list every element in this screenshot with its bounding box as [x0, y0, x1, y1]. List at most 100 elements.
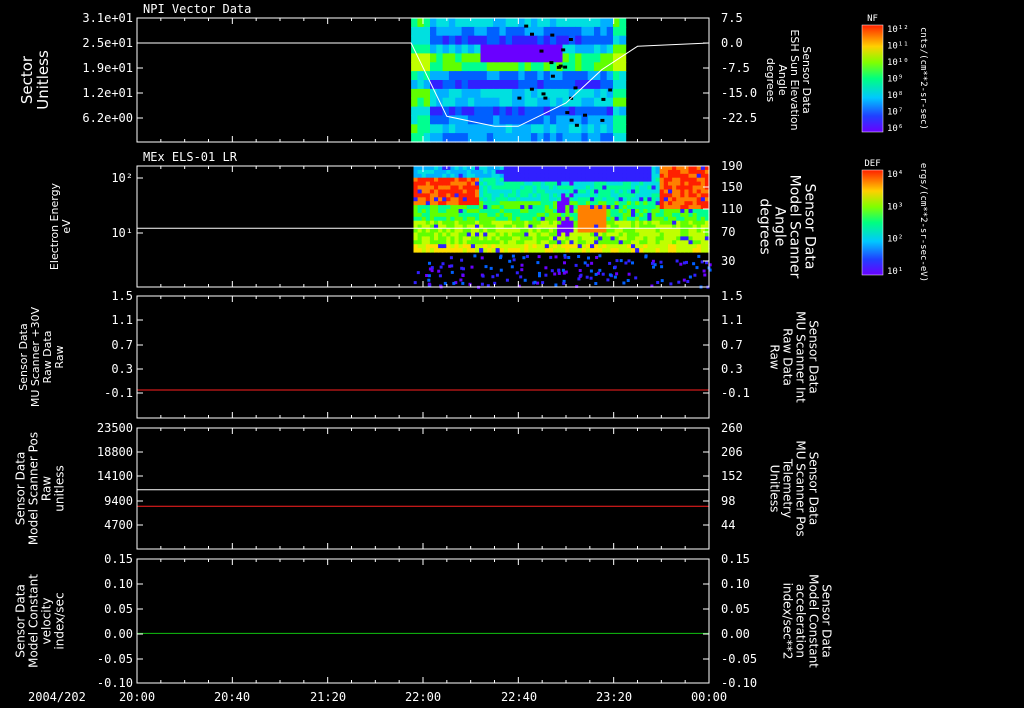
- spectrogram-cell: [643, 169, 648, 175]
- spectrogram-cell: [458, 197, 464, 202]
- spectrogram-cell: [622, 177, 628, 183]
- spectrogram-cell: [543, 18, 551, 28]
- spectrogram-cell: [622, 197, 628, 202]
- spectrogram-cell: [442, 201, 447, 206]
- spectrogram-cell: [458, 189, 464, 194]
- spectrogram-cell: [495, 201, 501, 206]
- y2-tick-label: 190: [721, 159, 743, 173]
- spectrogram-cell: [676, 248, 681, 253]
- spectrogram-cell: [528, 169, 534, 175]
- spectrogram-cell: [672, 201, 677, 206]
- x-tick-label: 23:20: [596, 690, 632, 704]
- spectrogram-cell: [557, 220, 562, 226]
- spectrogram-cell: [540, 236, 546, 241]
- spectrogram-cell: [461, 97, 469, 108]
- nf-colorbar: [861, 24, 884, 133]
- spectrogram-cell: [590, 205, 595, 210]
- spectrogram-cell: [507, 185, 513, 190]
- spectrogram-cell: [562, 35, 570, 46]
- spectrogram-cell: [565, 209, 570, 214]
- spectrogram-cell: [475, 205, 480, 210]
- spectrogram-cell: [631, 193, 636, 198]
- spectrogram-cell: [672, 166, 677, 171]
- spectrogram-cell: [483, 236, 488, 241]
- spectrogram-cell: [573, 220, 579, 226]
- spectrogram-cell: [659, 181, 665, 187]
- spectrogram-cell: [429, 197, 435, 202]
- spectrogram-cell: [499, 209, 505, 214]
- spectrogram-cell: [411, 106, 418, 117]
- spectrogram-cell: [446, 185, 451, 190]
- spectrogram-cell: [700, 166, 706, 171]
- spectrogram-cell: [503, 212, 509, 218]
- spectrogram-cell: [553, 228, 558, 233]
- spectrogram-speck: [510, 265, 514, 269]
- spectrogram-cell: [512, 228, 517, 233]
- spectrogram-cell: [495, 248, 501, 253]
- spectrogram-cell: [663, 197, 669, 202]
- spectrogram-cell: [446, 173, 451, 179]
- spectrogram-cell: [507, 181, 513, 187]
- spectrogram-cell: [470, 216, 476, 222]
- colorbar-tick: 10⁸: [887, 91, 903, 101]
- spectrogram-cell: [483, 189, 488, 194]
- spectrogram-cell: [573, 169, 579, 175]
- spectrogram-cell: [581, 177, 587, 183]
- spectrogram-cell: [668, 228, 673, 233]
- spectrogram-cell: [425, 212, 431, 218]
- spectrogram-cell: [598, 185, 603, 190]
- spectrogram-cell: [553, 166, 558, 171]
- spectrogram-cell: [487, 193, 492, 198]
- spectrogram-speck: [554, 255, 558, 259]
- spectrogram-cell: [505, 53, 513, 63]
- spectrogram-cell: [495, 209, 501, 214]
- spectrogram-cell: [602, 181, 607, 187]
- spectrogram-cell: [651, 240, 657, 245]
- x-tick-label: 22:40: [501, 690, 537, 704]
- spectrogram-cell: [565, 173, 570, 179]
- spectrogram-cell: [692, 228, 698, 233]
- spectrogram-cell: [505, 18, 513, 28]
- spectrogram-cell: [450, 197, 456, 202]
- spectrogram-cell: [606, 26, 614, 37]
- spectrogram-cell: [659, 212, 665, 218]
- spectrogram-speck: [428, 261, 431, 265]
- spectrogram-cell: [659, 177, 665, 183]
- spectrogram-cell: [458, 181, 464, 187]
- spectrogram-cell: [531, 124, 538, 134]
- spectrogram-speck: [613, 265, 617, 269]
- spectrogram-cell: [438, 212, 443, 218]
- spectrogram-cell: [651, 248, 657, 253]
- spectrogram-cell: [581, 240, 587, 245]
- spectrogram-cell: [590, 197, 595, 202]
- spectrogram-cell: [532, 216, 538, 222]
- spectrogram-cell: [663, 205, 669, 210]
- spectrogram-speck: [686, 280, 690, 283]
- spectrogram-cell: [491, 232, 497, 237]
- spectrogram-cell: [462, 220, 468, 226]
- spectrogram-cell: [676, 212, 681, 218]
- spectrogram-cell: [524, 53, 532, 63]
- spectrogram-speck: [427, 282, 431, 286]
- spectrogram-cell: [680, 177, 685, 183]
- spectrogram-cell: [458, 169, 464, 175]
- spectrogram-cell: [594, 173, 599, 179]
- spectrogram-cell: [594, 212, 599, 218]
- spectrogram-cell: [618, 228, 624, 233]
- spectrogram-cell: [507, 240, 513, 245]
- spectrogram-cell: [659, 236, 665, 241]
- spectrogram-cell: [622, 166, 628, 171]
- spectrogram-cell: [505, 124, 513, 134]
- spectrogram-cell: [635, 216, 640, 222]
- spectrogram-cell: [507, 232, 513, 237]
- spectrogram-cell: [610, 240, 616, 245]
- panel-frame: [136, 295, 710, 419]
- spectrogram-cell: [655, 209, 661, 214]
- spectrogram-cell: [536, 169, 542, 175]
- spectrogram-cell: [531, 106, 538, 117]
- spectrogram-cell: [618, 201, 624, 206]
- spectrogram-cell: [668, 220, 673, 226]
- spectrogram-cell: [561, 189, 566, 194]
- spectrogram-cell: [528, 205, 534, 210]
- spectrogram-cell: [692, 177, 698, 183]
